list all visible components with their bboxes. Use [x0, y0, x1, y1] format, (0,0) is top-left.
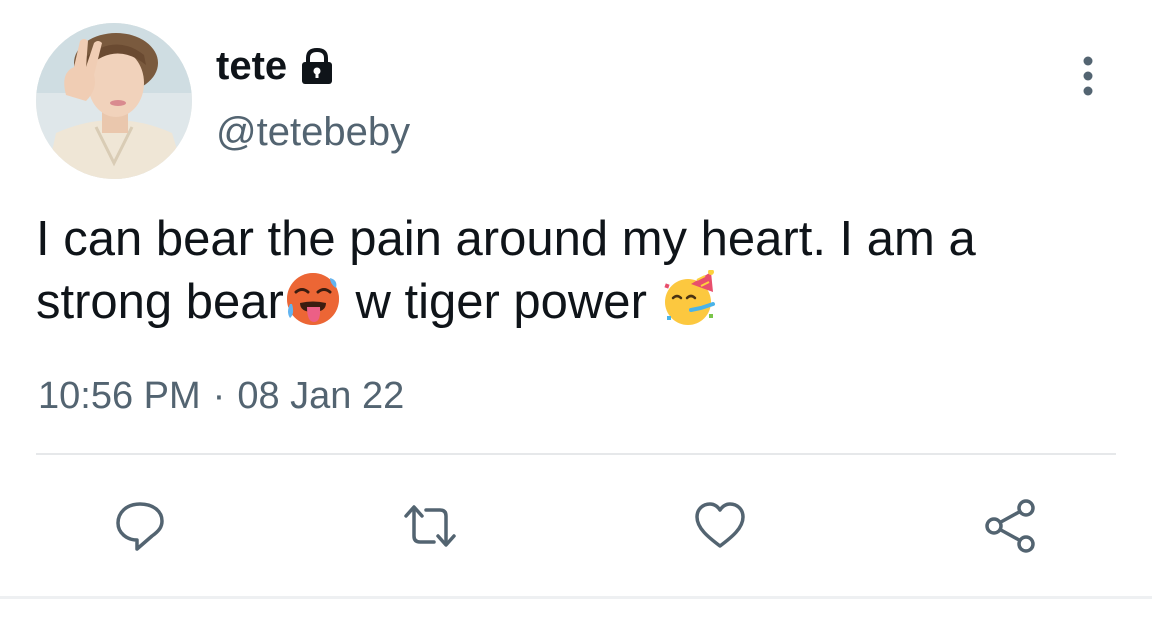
lock-icon: [297, 46, 337, 86]
retweet-icon: [398, 496, 462, 561]
hot-face-emoji: [284, 270, 342, 343]
tweet-time: 10:56 PM: [38, 375, 201, 417]
heart-icon: [690, 496, 750, 561]
display-name-row[interactable]: tete: [216, 42, 337, 90]
more-vertical-icon[interactable]: [1070, 54, 1106, 98]
partying-face-emoji: [661, 269, 719, 343]
retweet-button[interactable]: [398, 496, 462, 560]
tweet-text-part2: w tiger power: [341, 275, 661, 329]
user-handle[interactable]: @tetebeby: [216, 108, 410, 156]
timestamp-separator: ·: [212, 375, 226, 417]
reply-button[interactable]: [108, 496, 172, 560]
display-name[interactable]: tete: [216, 42, 287, 90]
avatar-photo: [36, 23, 192, 179]
share-icon: [979, 495, 1041, 562]
bottom-divider: [0, 596, 1152, 599]
like-button[interactable]: [688, 496, 752, 560]
timestamp[interactable]: 10:56 PM · 08 Jan 22: [38, 372, 404, 420]
avatar[interactable]: [36, 23, 192, 179]
divider: [36, 453, 1116, 455]
tweet-text: I can bear the pain around my heart. I a…: [36, 208, 1116, 343]
tweet-date: 08 Jan 22: [237, 375, 405, 417]
comment-icon: [110, 496, 170, 561]
share-button[interactable]: [978, 496, 1042, 560]
